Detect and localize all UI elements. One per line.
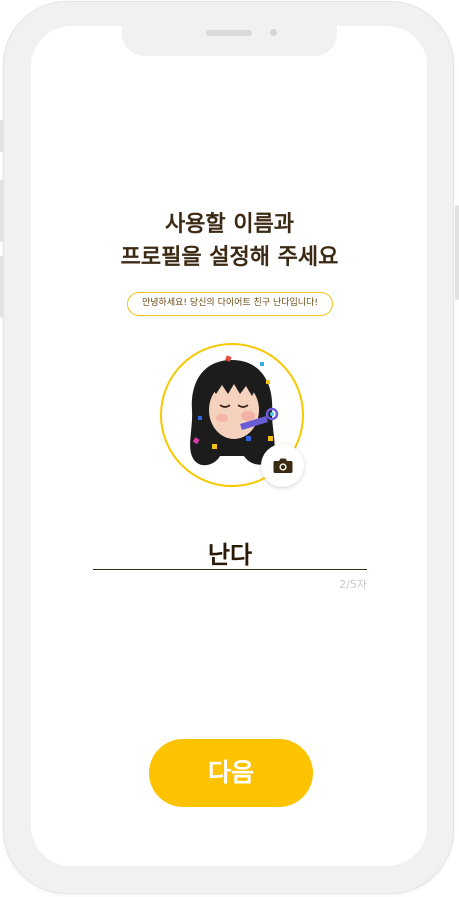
confetti xyxy=(212,444,217,449)
confetti xyxy=(266,380,270,384)
nickname-input-underline xyxy=(93,569,367,570)
avatar-left-cheek xyxy=(216,414,228,422)
phone-speaker xyxy=(206,30,252,36)
page-title-line-2: 프로필을 설정해 주세요 xyxy=(120,245,339,270)
page-title-line-1: 사용할 이름과 xyxy=(164,212,295,237)
confetti xyxy=(198,416,202,420)
front-camera xyxy=(270,29,277,36)
avatar-right-cheek xyxy=(241,411,255,421)
greeting-badge: 안녕하세요! 당신의 다이어트 친구 난다입니다! xyxy=(127,292,333,316)
next-button[interactable]: 다음 xyxy=(149,739,313,807)
camera-icon xyxy=(273,458,292,473)
change-photo-button[interactable] xyxy=(261,444,304,487)
page-title: 사용할 이름과 프로필을 설정해 주세요 xyxy=(0,208,459,274)
confetti xyxy=(246,436,251,441)
nickname-input[interactable]: 난다 xyxy=(93,535,367,570)
confetti xyxy=(260,362,264,366)
confetti xyxy=(268,436,273,441)
nickname-char-counter: 2/5자 xyxy=(339,578,367,591)
phone-mute-switch xyxy=(0,120,4,152)
